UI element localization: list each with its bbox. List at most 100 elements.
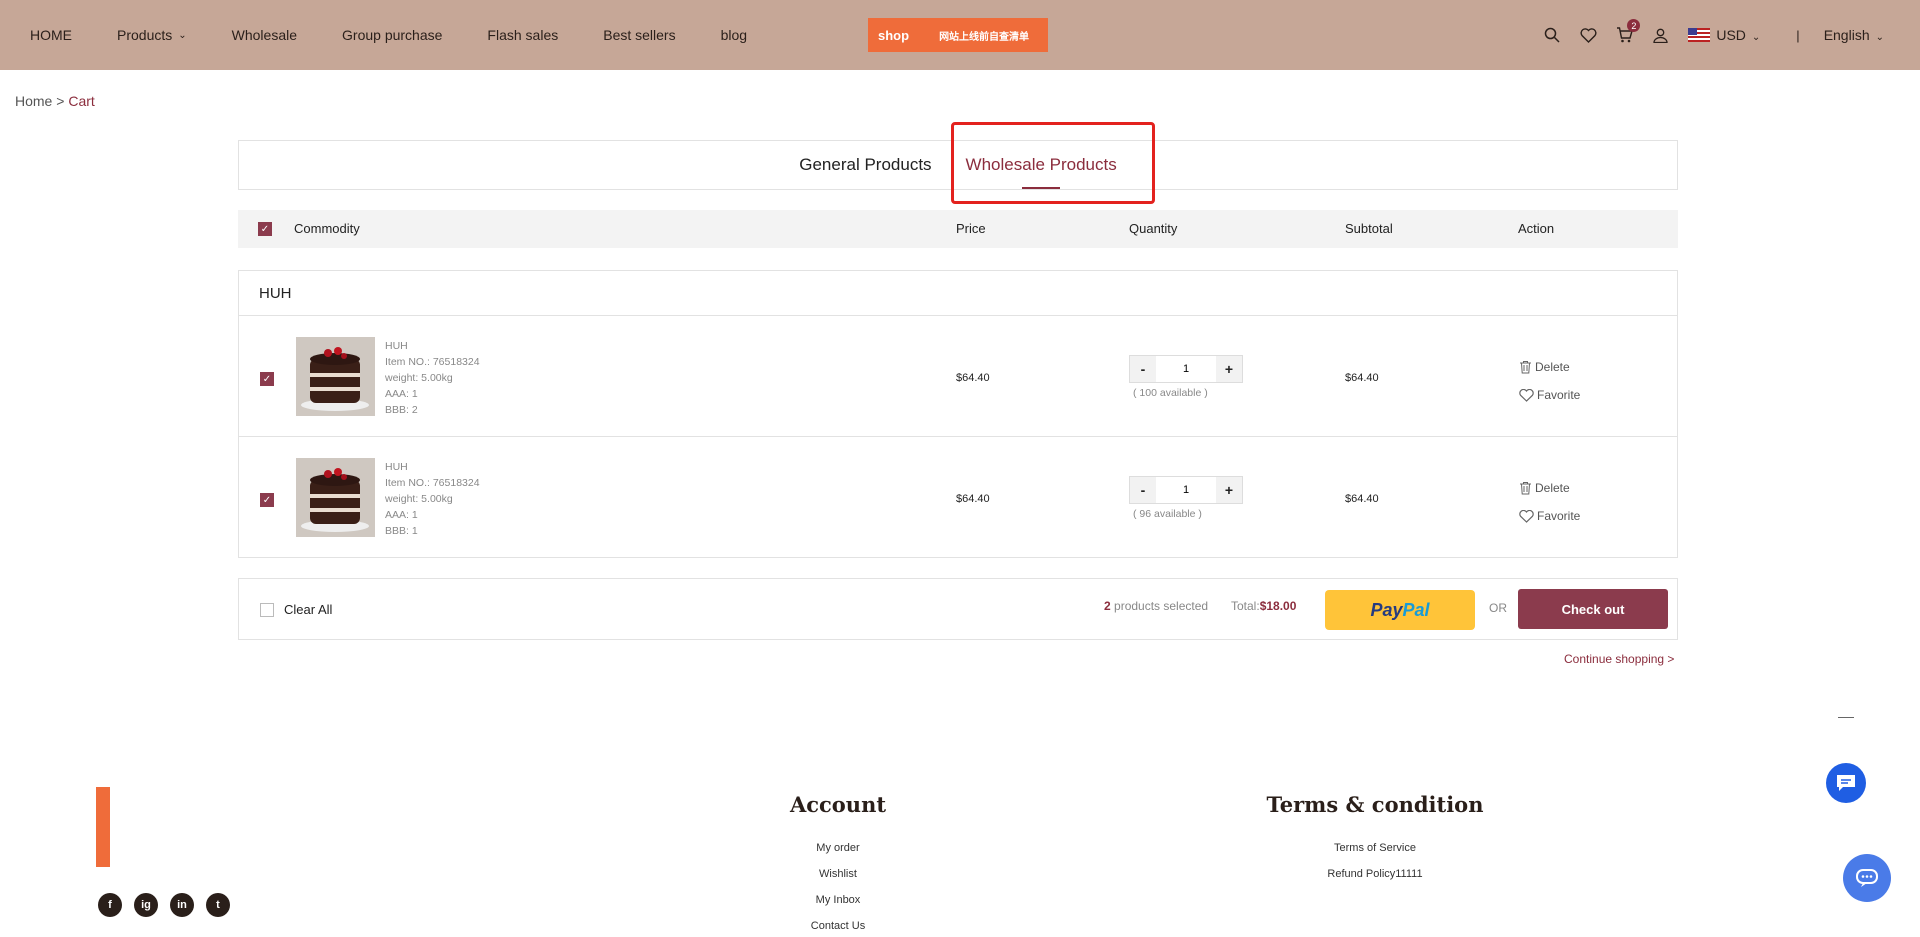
tab-wholesale-products[interactable]: Wholesale Products (966, 155, 1117, 175)
heart-icon (1519, 509, 1534, 523)
decrease-button[interactable]: - (1130, 477, 1156, 503)
nav-blog[interactable]: blog (721, 27, 747, 43)
delete-label: Delete (1535, 481, 1570, 495)
decrease-button[interactable]: - (1130, 356, 1156, 382)
language-selector[interactable]: English ⌄ (1824, 27, 1884, 43)
cart-summary-bar: Clear All 2 products selected Total:$18.… (238, 578, 1678, 640)
clear-all-checkbox[interactable] (260, 603, 274, 617)
select-all-checkbox[interactable]: ✓ (258, 222, 272, 236)
checkout-button[interactable]: Check out (1518, 589, 1668, 629)
footer-link-contact-us[interactable]: Contact Us (758, 913, 918, 937)
footer-link-terms-of-service[interactable]: Terms of Service (1255, 835, 1495, 861)
selected-number: 2 (1104, 599, 1111, 613)
stock-available: ( 96 available ) (1133, 508, 1202, 520)
clear-all-button[interactable]: Clear All (284, 602, 332, 617)
favorite-button[interactable]: Favorite (1519, 502, 1580, 530)
selected-text: products selected (1110, 599, 1209, 613)
product-attr-aaa: AAA: 1 (385, 388, 418, 400)
nav-flash-sales[interactable]: Flash sales (487, 27, 558, 43)
nav-group-purchase-label: Group purchase (342, 27, 443, 43)
favorite-button[interactable]: Favorite (1519, 381, 1580, 409)
breadcrumb-separator: > (52, 93, 69, 109)
increase-button[interactable]: + (1216, 356, 1242, 382)
col-subtotal: Subtotal (1345, 221, 1393, 236)
footer-account-title: Account (789, 792, 887, 817)
breadcrumb-home[interactable]: Home (15, 93, 52, 109)
nav-products[interactable]: Products ⌄ (117, 27, 187, 43)
currency-selector[interactable]: USD ⌄ (1716, 27, 1760, 43)
product-attr-bbb: BBB: 2 (385, 404, 418, 416)
total-amount: $18.00 (1259, 599, 1297, 613)
product-image[interactable] (296, 337, 375, 416)
col-action: Action (1518, 221, 1555, 236)
live-chat-icon[interactable] (1843, 854, 1891, 902)
item-checkbox[interactable]: ✓ (260, 493, 274, 507)
total-label: Total: (1231, 599, 1260, 613)
favorite-label: Favorite (1537, 509, 1581, 523)
item-actions: Delete Favorite (1519, 353, 1580, 409)
footer-link-my-inbox[interactable]: My Inbox (758, 887, 918, 913)
trash-icon (1520, 361, 1531, 374)
delete-button[interactable]: Delete (1519, 474, 1580, 502)
footer-terms: Terms & condition Terms of Service Refun… (1255, 792, 1495, 887)
selected-count: 2 products selected (1104, 599, 1208, 613)
cart-icon[interactable]: 2 (1614, 19, 1641, 45)
continue-shopping-link[interactable]: Continue shopping > (1564, 652, 1674, 666)
nav-home-label: HOME (30, 27, 72, 43)
chat-bubble-icon[interactable] (1826, 763, 1866, 803)
chevron-down-icon: ⌄ (1751, 32, 1761, 43)
or-label: OR (1489, 601, 1507, 615)
col-quantity: Quantity (1129, 221, 1178, 236)
nav-group-purchase[interactable]: Group purchase (342, 27, 442, 43)
product-specs: HUH Item NO.: 76518324 weight: 5.00kg AA… (385, 459, 480, 539)
product-name[interactable]: HUH (385, 459, 480, 475)
cart-total: Total:$18.00 (1231, 599, 1296, 613)
item-price: $64.40 (956, 493, 990, 505)
table-row: ✓ HUH Item NO.: 76518324 weight: 5.00kg … (239, 316, 1677, 437)
twitter-icon[interactable]: t (206, 893, 230, 917)
item-subtotal: $64.40 (1345, 372, 1379, 384)
nav-best-sellers-label: Best sellers (603, 27, 676, 43)
quantity-input[interactable] (1156, 356, 1216, 382)
side-banner[interactable] (96, 787, 110, 867)
quantity-input[interactable] (1156, 477, 1216, 503)
heart-icon[interactable] (1578, 25, 1598, 45)
header-tools: 2 USD ⌄ | English ⌄ (1526, 0, 1884, 70)
nav-best-sellers[interactable]: Best sellers (603, 27, 675, 43)
footer-link-my-order[interactable]: My order (758, 835, 918, 861)
item-checkbox[interactable]: ✓ (260, 372, 274, 386)
user-icon[interactable] (1650, 25, 1670, 45)
product-item-no: Item NO.: 76518324 (385, 477, 480, 489)
footer-link-wishlist[interactable]: Wishlist (758, 861, 918, 887)
linkedin-icon[interactable]: in (170, 893, 194, 917)
paypal-button[interactable]: Pay Pal (1325, 590, 1475, 630)
search-icon[interactable] (1542, 25, 1562, 45)
product-item-no: Item NO.: 76518324 (385, 356, 480, 368)
instagram-icon[interactable]: ig (134, 893, 158, 917)
site-logo[interactable]: shop 网站上线前自查清单 (868, 18, 1048, 52)
product-attr-bbb: BBB: 1 (385, 525, 418, 537)
delete-label: Delete (1535, 360, 1570, 374)
tab-general-products[interactable]: General Products (799, 155, 931, 175)
quantity-stepper: - + ( 96 available ) (1129, 476, 1243, 520)
footer-link-refund-policy[interactable]: Refund Policy11111 (1255, 861, 1495, 887)
favorite-label: Favorite (1537, 388, 1581, 402)
product-image[interactable] (296, 458, 375, 537)
nav-wholesale[interactable]: Wholesale (232, 27, 297, 43)
chevron-down-icon: ⌄ (1875, 32, 1884, 43)
cart-table-header: ✓ Commodity Price Quantity Subtotal Acti… (238, 210, 1678, 248)
minimize-icon[interactable] (1838, 717, 1854, 718)
product-name[interactable]: HUH (385, 338, 480, 354)
item-actions: Delete Favorite (1519, 474, 1580, 530)
nav-flash-sales-label: Flash sales (487, 27, 559, 43)
nav-home[interactable]: HOME (30, 27, 72, 43)
nav-wholesale-label: Wholesale (231, 27, 298, 43)
main-nav: HOME Products ⌄ Wholesale Group purchase … (30, 0, 792, 70)
us-flag-icon (1688, 28, 1711, 42)
shop-name: HUH (259, 285, 292, 302)
increase-button[interactable]: + (1216, 477, 1242, 503)
nav-blog-label: blog (720, 27, 748, 43)
social-links: f ig in t (98, 893, 242, 917)
facebook-icon[interactable]: f (98, 893, 122, 917)
delete-button[interactable]: Delete (1519, 353, 1580, 381)
